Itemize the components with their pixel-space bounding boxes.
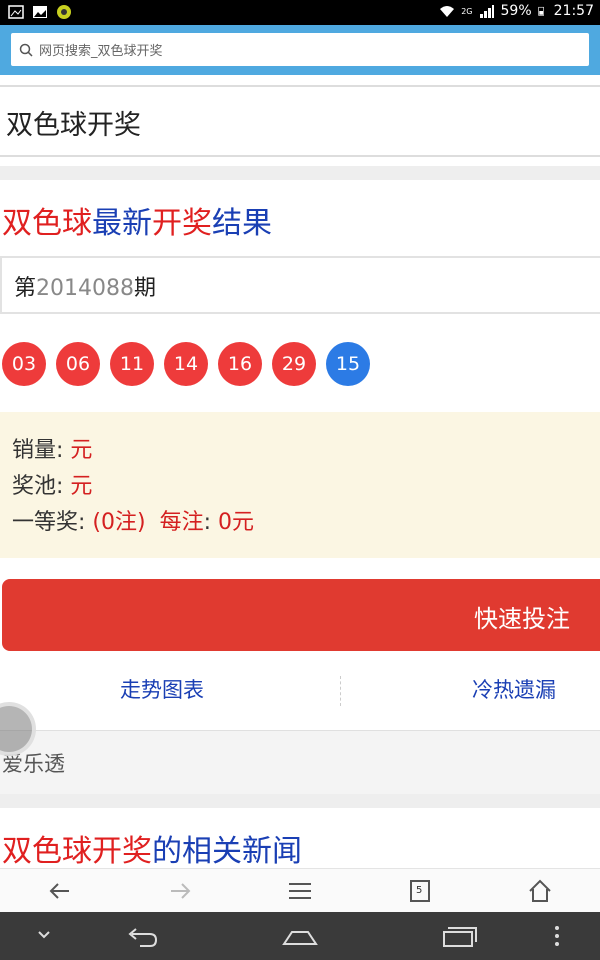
aile-section[interactable]: 爱乐透 — [0, 730, 600, 794]
red-ball: 06 — [56, 342, 100, 386]
browser-toolbar: 5 — [0, 868, 600, 912]
link-divider — [340, 676, 341, 706]
home-icon[interactable] — [525, 877, 555, 905]
chart-links: 走势图表 冷热遗漏 — [0, 664, 600, 714]
red-ball: 14 — [164, 342, 208, 386]
wifi-icon — [440, 6, 455, 17]
sales-label: 销量 — [12, 438, 57, 463]
news-heading-part: 双色球 — [2, 834, 92, 869]
first-prize-value: (0注) — [92, 510, 146, 535]
red-ball: 29 — [272, 342, 316, 386]
search-input[interactable]: 网页搜索_双色球开奖 — [11, 33, 589, 66]
battery-percent: 59% — [500, 3, 532, 19]
red-ball: 03 — [2, 342, 46, 386]
overflow-menu-icon[interactable] — [540, 922, 580, 950]
tabs-button[interactable]: 5 — [405, 877, 435, 905]
news-heading-part: 的相关新闻 — [152, 834, 302, 869]
section-divider — [0, 794, 600, 808]
issue-prefix: 第 — [14, 276, 37, 301]
fast-bet-button[interactable]: 快速投注 — [2, 579, 600, 651]
red-ball: 11 — [110, 342, 154, 386]
pool-row: 奖池: 元 — [12, 474, 93, 499]
hot-cold-link[interactable]: 冷热遗漏 — [472, 674, 556, 704]
sales-row: 销量: 元 — [12, 438, 93, 463]
lottery-balls: 03 06 11 14 16 29 15 — [2, 342, 370, 386]
battery-icon — [537, 6, 544, 16]
per-bet-value: 0元 — [218, 510, 255, 535]
sales-value: 元 — [70, 438, 93, 463]
first-prize-label: 一等奖 — [12, 510, 79, 535]
fast-bet-label: 快速投注 — [474, 605, 570, 633]
recent-apps-icon[interactable] — [440, 922, 480, 950]
section-divider — [0, 166, 600, 180]
first-prize-row: 一等奖: (0注) 每注: 0元 — [12, 510, 255, 535]
prize-info: 销量: 元 奖池: 元 一等奖: (0注) 每注: 0元 — [0, 412, 600, 558]
home-nav-icon[interactable] — [280, 922, 320, 950]
tabs-count: 5 — [416, 885, 423, 896]
pool-label: 奖池 — [12, 474, 57, 499]
heading-part: 结果 — [212, 206, 272, 241]
back-nav-icon[interactable] — [122, 922, 162, 950]
signal-icon — [479, 5, 494, 18]
result-heading: 双色球最新开奖结果 — [2, 198, 272, 242]
trend-chart-link[interactable]: 走势图表 — [120, 674, 204, 704]
page-title-bar: 双色球开奖 — [0, 85, 600, 157]
red-ball: 16 — [218, 342, 262, 386]
blue-ball: 15 — [326, 342, 370, 386]
pool-value: 元 — [70, 474, 93, 499]
issue-suffix: 期 — [134, 276, 157, 301]
app-notification-icon — [57, 5, 71, 19]
back-arrow-icon[interactable] — [45, 877, 75, 905]
search-icon — [19, 43, 33, 57]
per-bet-label: 每注 — [159, 510, 204, 535]
heading-part: 最新 — [92, 206, 152, 241]
menu-icon[interactable] — [285, 877, 315, 905]
heading-part: 开奖 — [152, 206, 212, 241]
image-icon — [33, 6, 47, 18]
news-heading-part: 开奖 — [92, 834, 152, 869]
system-nav-bar — [0, 912, 600, 960]
issue-selector[interactable]: 第2014088期 — [0, 256, 600, 314]
search-bar: 网页搜索_双色球开奖 — [0, 25, 600, 75]
status-bar: 2G 59% 21:57 — [0, 0, 600, 25]
issue-number: 2014088 — [36, 276, 134, 301]
chevron-down-icon[interactable] — [24, 922, 64, 950]
search-placeholder: 网页搜索_双色球开奖 — [39, 44, 163, 59]
forward-arrow-icon[interactable] — [165, 877, 195, 905]
photo-alert-icon — [8, 5, 24, 19]
heading-part: 双色球 — [2, 206, 92, 241]
clock: 21:57 — [553, 3, 594, 19]
news-heading: 双色球开奖的相关新闻 — [2, 826, 302, 870]
page-title: 双色球开奖 — [6, 110, 141, 141]
network-type: 2G — [461, 6, 473, 16]
